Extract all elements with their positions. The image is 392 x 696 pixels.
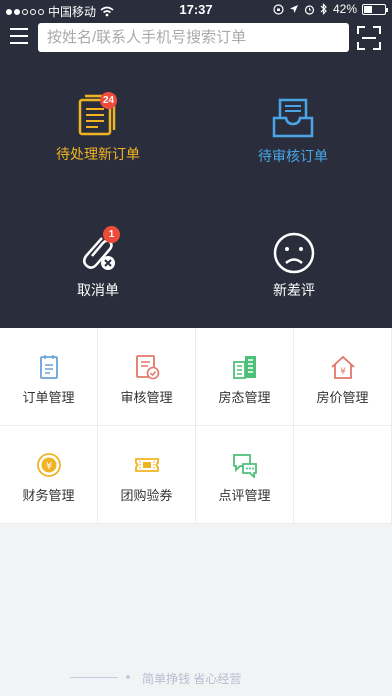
coupon-icon bbox=[135, 458, 159, 472]
inbox-icon bbox=[272, 98, 314, 138]
status-bar: 中国移动 17:37 42% bbox=[0, 0, 392, 20]
sad-face-icon bbox=[273, 232, 315, 274]
module-label: 点评管理 bbox=[218, 488, 271, 503]
pending-review-orders-tile[interactable]: 待审核订单 bbox=[243, 96, 343, 166]
building-icon bbox=[233, 356, 256, 379]
house-price-icon: ¥ bbox=[331, 355, 355, 379]
footer-slogan: 简单挣钱 省心经营 bbox=[0, 670, 392, 686]
scan-icon[interactable] bbox=[357, 26, 381, 50]
pending-count-badge: 24 bbox=[100, 92, 118, 109]
divider-dot bbox=[126, 675, 130, 679]
module-room-price-management[interactable]: ¥ 房价管理 bbox=[294, 328, 392, 426]
order-list-icon bbox=[40, 355, 58, 379]
cancelled-orders-tile[interactable]: 1 取消单 bbox=[48, 226, 148, 300]
comment-icon bbox=[233, 454, 257, 478]
coin-icon: ¥ bbox=[37, 453, 61, 477]
location-icon bbox=[289, 5, 298, 13]
divider bbox=[70, 677, 118, 678]
battery-percent: 42% bbox=[332, 2, 357, 16]
module-review-management[interactable]: 审核管理 bbox=[98, 328, 196, 426]
new-negative-reviews-label: 新差评 bbox=[273, 282, 315, 298]
module-label: 房态管理 bbox=[218, 390, 271, 405]
cancelled-orders-label: 取消单 bbox=[77, 282, 119, 298]
module-empty-cell bbox=[294, 426, 392, 524]
pending-new-orders-label: 待处理新订单 bbox=[56, 146, 140, 162]
module-comment-management[interactable]: 点评管理 bbox=[196, 426, 294, 524]
module-label: 审核管理 bbox=[120, 390, 173, 405]
new-negative-reviews-tile[interactable]: 新差评 bbox=[244, 232, 344, 300]
module-label: 订单管理 bbox=[22, 390, 75, 405]
bluetooth-icon bbox=[320, 3, 327, 15]
module-groupbuy-voucher[interactable]: 团购验券 bbox=[98, 426, 196, 524]
pending-review-orders-label: 待审核订单 bbox=[258, 148, 328, 164]
cancelled-count-badge: 1 bbox=[103, 226, 120, 243]
module-label: 房价管理 bbox=[316, 390, 369, 405]
module-grid: 订单管理 审核管理 房态管理 ¥ 房价管理 ¥ 财务管理 团购验券 点评管理 bbox=[0, 328, 392, 524]
module-label: 团购验券 bbox=[120, 488, 173, 503]
hamburger-icon[interactable] bbox=[10, 28, 28, 44]
search-input[interactable]: 按姓名/联系人手机号搜索订单 bbox=[38, 23, 349, 52]
rotation-lock-icon bbox=[273, 3, 284, 15]
module-label: 财务管理 bbox=[22, 488, 75, 503]
battery-icon bbox=[362, 3, 388, 15]
review-check-icon bbox=[136, 355, 160, 380]
module-room-status-management[interactable]: 房态管理 bbox=[196, 328, 294, 426]
module-finance-management[interactable]: ¥ 财务管理 bbox=[0, 426, 98, 524]
slogan-text: 简单挣钱 省心经营 bbox=[142, 672, 242, 686]
svg-text:¥: ¥ bbox=[46, 461, 52, 472]
module-order-management[interactable]: 订单管理 bbox=[0, 328, 98, 426]
pending-new-orders-tile[interactable]: 24 待处理新订单 bbox=[48, 92, 148, 164]
alarm-icon bbox=[304, 4, 315, 15]
svg-text:¥: ¥ bbox=[340, 367, 346, 377]
